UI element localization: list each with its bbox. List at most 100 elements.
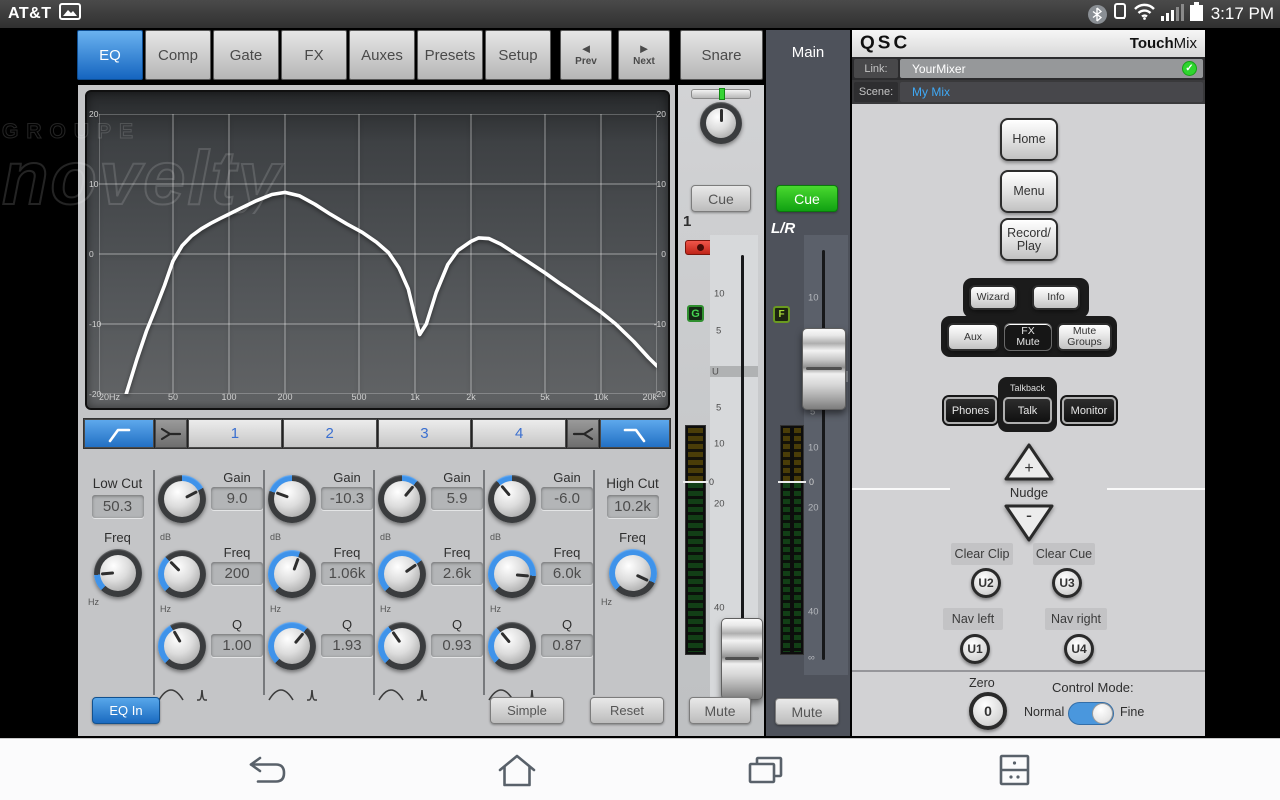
band3-q-value[interactable]: 0.93	[431, 634, 483, 657]
pan-center-mark	[719, 88, 725, 100]
fader-track[interactable]	[741, 255, 744, 665]
band4-q-knob[interactable]	[488, 622, 536, 670]
aux-button[interactable]: Aux	[947, 323, 999, 351]
nudge-minus-button[interactable]: -	[1001, 501, 1057, 545]
phones-button[interactable]: Phones	[944, 397, 997, 424]
link-label: Link:	[854, 59, 898, 78]
panel-body: Home Menu Record/Play Wizard Info Aux FX…	[852, 104, 1205, 670]
prev-channel-button[interactable]: ◄ Prev	[560, 30, 612, 80]
tab-eq[interactable]: EQ	[77, 30, 143, 80]
home-button[interactable]	[489, 747, 545, 793]
tab-auxes[interactable]: Auxes	[349, 30, 415, 80]
menu-button[interactable]: Menu	[1000, 170, 1058, 213]
high-shelf-band-button[interactable]	[567, 419, 599, 448]
band1-q-knob[interactable]	[158, 622, 206, 670]
snare-level-meter	[685, 425, 706, 655]
pan-knob[interactable]	[700, 102, 742, 144]
band2-gain-value[interactable]: -10.3	[321, 487, 373, 510]
band-3-button[interactable]: 3	[378, 419, 472, 448]
eq-response-graph[interactable]: 20Hz501002005001k2k5k10k20k 20100-10-20 …	[85, 90, 670, 410]
band1-freq-knob[interactable]	[158, 550, 206, 598]
fader-scale-label: 10	[714, 289, 725, 300]
menu-button[interactable]	[986, 747, 1042, 793]
low-cut-value[interactable]: 50.3	[92, 495, 144, 518]
tab-fx[interactable]: FX	[281, 30, 347, 80]
band2-freq-knob[interactable]	[268, 550, 316, 598]
band1-q-value[interactable]: 1.00	[211, 634, 263, 657]
band2-gain-knob[interactable]	[268, 475, 316, 523]
scene-value[interactable]: My Mix	[900, 82, 1203, 102]
snare-fader-handle[interactable]	[721, 618, 763, 700]
band3-q-knob[interactable]	[378, 622, 426, 670]
tab-comp[interactable]: Comp	[145, 30, 211, 80]
zero-button[interactable]: 0	[969, 692, 1007, 730]
band2-freq-value[interactable]: 1.06k	[321, 562, 373, 585]
low-shelf-band-button[interactable]	[155, 419, 187, 448]
prev-arrow-icon: ◄	[580, 43, 593, 55]
control-mode-toggle[interactable]	[1068, 702, 1114, 725]
x-tick-label: 200	[277, 392, 292, 402]
next-channel-button[interactable]: ► Next	[618, 30, 670, 80]
band3-freq-value[interactable]: 2.6k	[431, 562, 483, 585]
low-cut-band-button[interactable]	[84, 419, 154, 448]
q-label: Q	[452, 617, 462, 634]
band4-gain-knob[interactable]	[488, 475, 536, 523]
band-4-column: dB Gain -6.0 Hz Freq 6.0k	[483, 470, 593, 695]
reset-button[interactable]: Reset	[590, 697, 664, 724]
main-fader-handle[interactable]	[802, 328, 846, 410]
fader-scale-label: 10	[808, 443, 819, 454]
band2-q-value[interactable]: 1.93	[321, 634, 373, 657]
band1-gain-value[interactable]: 9.0	[211, 487, 263, 510]
band3-gain-knob[interactable]	[378, 475, 426, 523]
band4-q-value[interactable]: 0.87	[541, 634, 593, 657]
home-button[interactable]: Home	[1000, 118, 1058, 161]
band4-freq-value[interactable]: 6.0k	[541, 562, 593, 585]
nudge-plus-button[interactable]: +	[1001, 440, 1057, 484]
main-mute-button[interactable]: Mute	[775, 698, 839, 725]
fader-track[interactable]	[822, 250, 825, 660]
freq-label: Freq	[554, 545, 581, 562]
band3-freq-knob[interactable]	[378, 550, 426, 598]
snare-cue-button[interactable]: Cue	[691, 185, 751, 212]
band-2-button[interactable]: 2	[283, 419, 377, 448]
info-button[interactable]: Info	[1032, 285, 1080, 310]
fx-indicator: F	[773, 306, 790, 323]
panel-header: QSC TouchMix	[852, 30, 1205, 57]
record-play-button[interactable]: Record/Play	[1000, 218, 1058, 261]
main-strip-title[interactable]: Main	[766, 44, 850, 61]
tab-presets[interactable]: Presets	[417, 30, 483, 80]
u4-button[interactable]: U4	[1064, 634, 1094, 664]
simple-button[interactable]: Simple	[490, 697, 564, 724]
tab-setup[interactable]: Setup	[485, 30, 551, 80]
u2-button[interactable]: U2	[971, 568, 1001, 598]
monitor-button[interactable]: Monitor	[1062, 397, 1116, 424]
eq-in-button[interactable]: EQ In	[92, 697, 160, 724]
x-tick-label: 50	[168, 392, 178, 402]
band1-freq-value[interactable]: 200	[211, 562, 263, 585]
band4-gain-value[interactable]: -6.0	[541, 487, 593, 510]
low-cut-freq-knob[interactable]	[94, 549, 142, 597]
main-cue-button[interactable]: Cue	[776, 185, 838, 212]
high-cut-value[interactable]: 10.2k	[607, 495, 659, 518]
y-tick-label: -20	[89, 389, 101, 399]
eq-footer: EQ In Simple Reset	[78, 697, 675, 727]
high-cut-band-button[interactable]	[600, 419, 670, 448]
u1-button[interactable]: U1	[960, 634, 990, 664]
band1-gain-knob[interactable]	[158, 475, 206, 523]
tab-gate[interactable]: Gate	[213, 30, 279, 80]
snare-mute-button[interactable]: Mute	[689, 697, 751, 724]
fx-mute-button[interactable]: FXMute	[1004, 323, 1052, 351]
channel-select-button[interactable]: Snare	[680, 30, 763, 80]
recents-button[interactable]	[737, 747, 793, 793]
back-button[interactable]	[240, 747, 296, 793]
band-4-button[interactable]: 4	[472, 419, 566, 448]
u3-button[interactable]: U3	[1052, 568, 1082, 598]
band-1-button[interactable]: 1	[188, 419, 282, 448]
band4-freq-knob[interactable]	[488, 550, 536, 598]
y-tick-label: 0	[661, 249, 666, 259]
talk-button[interactable]: Talk	[1003, 397, 1052, 424]
wizard-button[interactable]: Wizard	[969, 285, 1017, 310]
high-cut-freq-knob[interactable]	[609, 549, 657, 597]
band2-q-knob[interactable]	[268, 622, 316, 670]
mute-groups-button[interactable]: Mute Groups	[1057, 323, 1112, 351]
